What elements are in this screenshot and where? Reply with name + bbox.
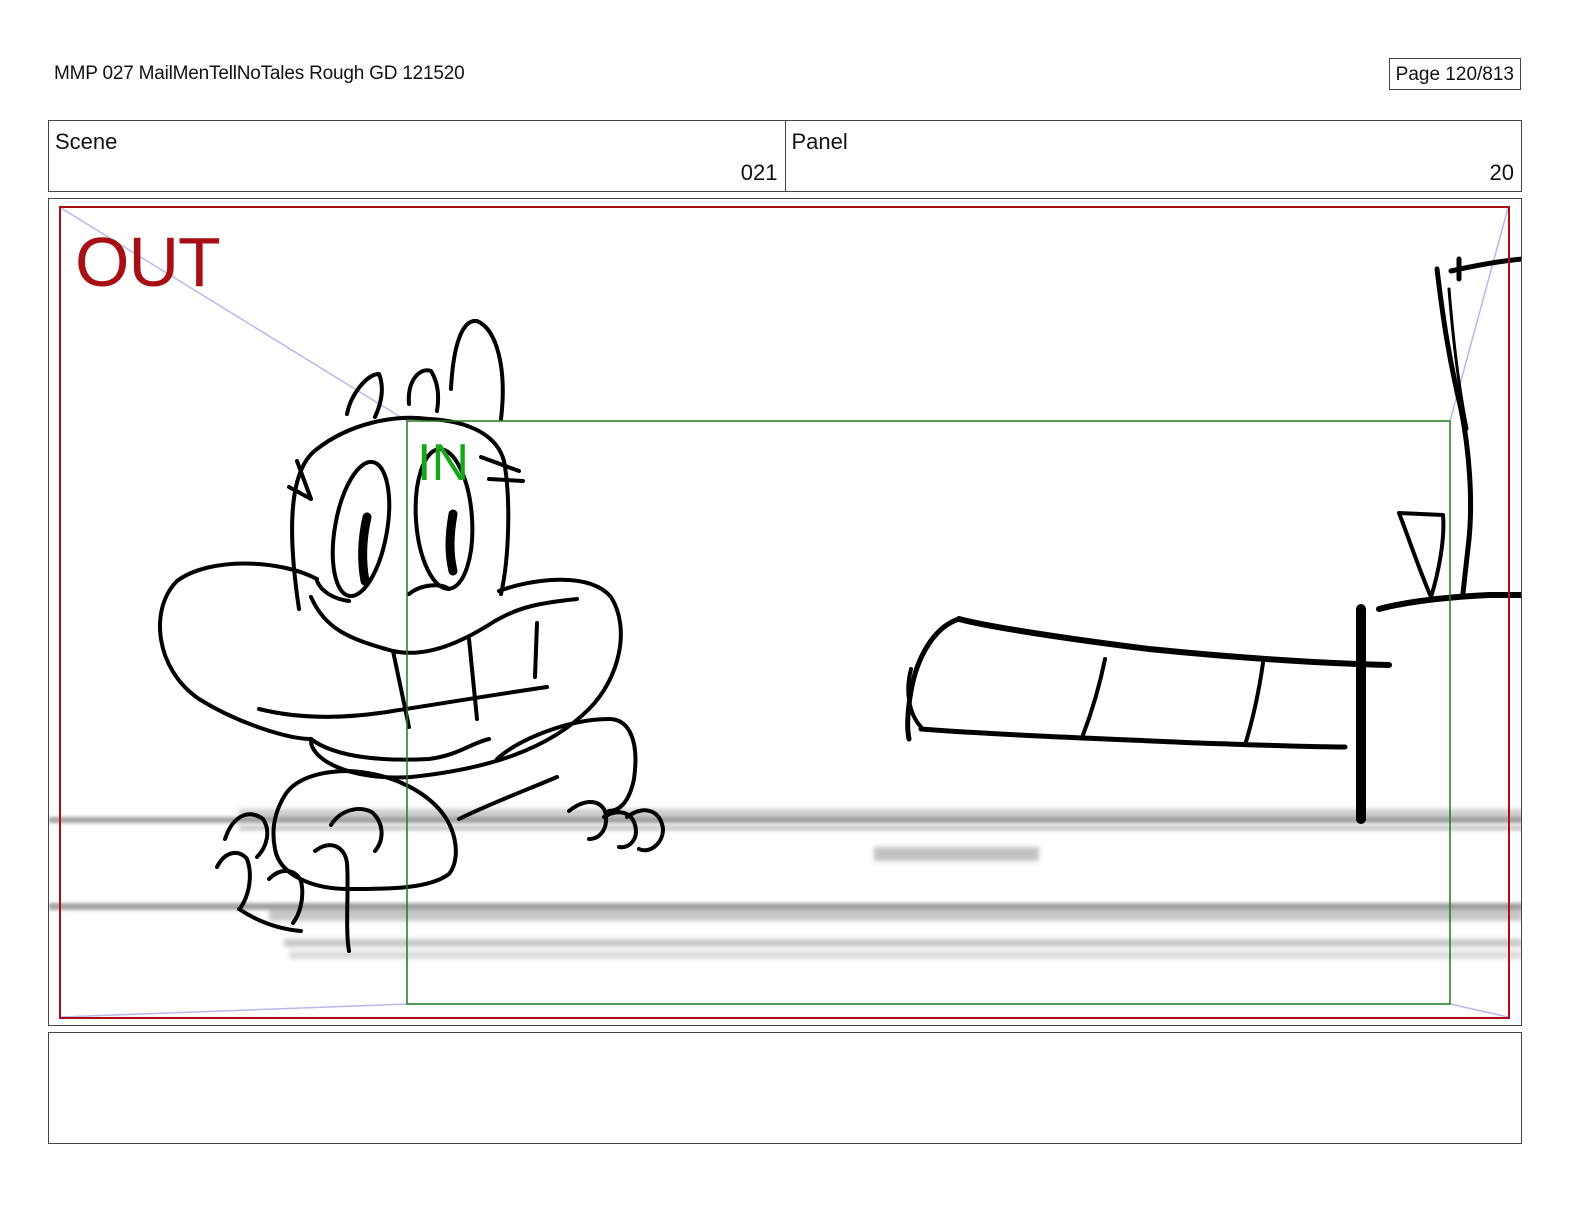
document-title: MMP 027 MailMenTellNoTales Rough GD 1215… <box>54 63 465 84</box>
out-frame-label: OUT <box>75 223 221 301</box>
scene-panel-info: Scene 021 Panel 20 <box>48 120 1522 192</box>
camera-guide-lines <box>60 207 1509 1018</box>
panel-notes-box <box>48 1032 1522 1144</box>
scene-number: 021 <box>740 160 778 185</box>
motion-blur-streaks <box>49 809 1521 959</box>
in-frame-label: IN <box>417 434 469 492</box>
panel-cell: Panel 20 <box>784 121 1522 191</box>
page-number: Page 120/813 <box>1388 58 1521 90</box>
character-sketch <box>158 318 665 953</box>
mailbox-sketch <box>905 256 1521 824</box>
storyboard-frame: OUT IN <box>48 198 1522 1026</box>
panel-label: Panel <box>791 129 848 154</box>
panel-number: 20 <box>1489 160 1514 185</box>
out-frame-border <box>59 206 1510 1019</box>
storyboard-sketch <box>49 206 1521 1019</box>
scene-label: Scene <box>55 129 118 154</box>
scene-cell: Scene 021 <box>49 121 785 191</box>
